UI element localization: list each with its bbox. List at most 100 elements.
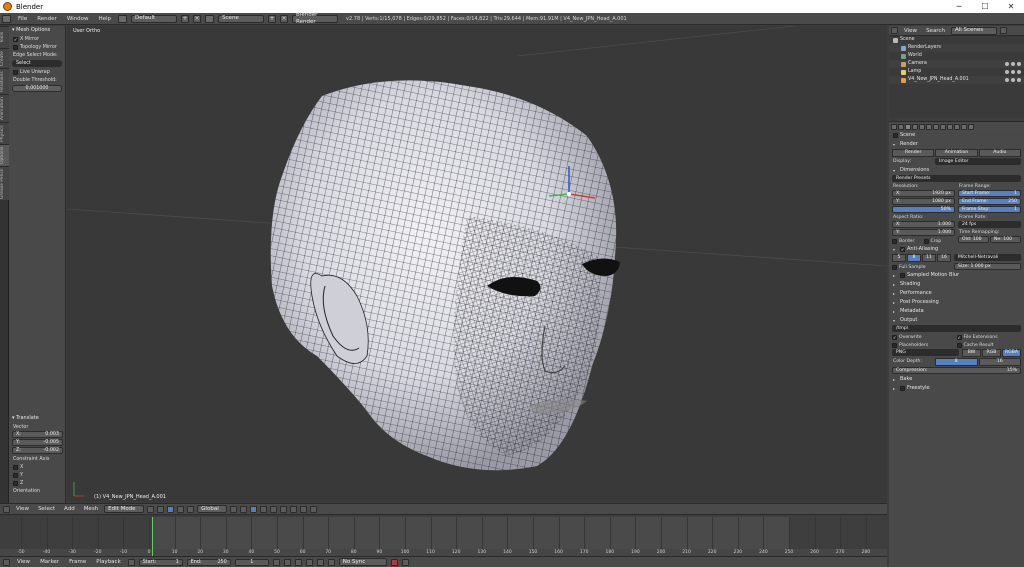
live-unwrap-checkbox[interactable]	[13, 69, 18, 75]
menu-window[interactable]: Window	[64, 16, 92, 22]
outliner-item[interactable]: Scene	[889, 36, 1024, 44]
constraint-x-checkbox[interactable]	[13, 464, 18, 470]
file-extensions-toggle[interactable]: ✓ File Extensions	[956, 334, 1022, 340]
file-format-dropdown[interactable]: PNG	[892, 349, 959, 356]
tab-grease-pencil[interactable]: Grease Pencil	[0, 166, 9, 200]
preview-range-icon[interactable]	[127, 558, 135, 566]
remove-scene-button[interactable]: ×	[280, 14, 289, 23]
physics-tab-icon[interactable]	[968, 123, 974, 130]
screen-layout-dropdown[interactable]: Default	[131, 14, 178, 23]
add-scene-button[interactable]: +	[268, 14, 277, 23]
translate-manipulator-icon[interactable]	[177, 505, 185, 513]
start-frame-prop-field[interactable]: Start Frame: 1	[958, 190, 1021, 197]
outliner-item[interactable]: Camera	[889, 60, 1024, 68]
anti-aliasing-panel-header[interactable]: ▾ ✓ Anti-Aliasing	[889, 245, 1024, 254]
pivot-icon[interactable]	[157, 505, 165, 513]
next-keyframe-icon[interactable]	[316, 558, 324, 566]
remove-layout-button[interactable]: ×	[193, 14, 202, 23]
outliner-search-icon[interactable]	[999, 27, 1007, 34]
border-checkbox[interactable]	[892, 238, 897, 244]
play-icon[interactable]	[305, 558, 313, 566]
outliner-menu-view[interactable]: View	[901, 28, 920, 34]
close-button[interactable]: ✕	[998, 0, 1024, 13]
object-tab-icon[interactable]	[919, 123, 925, 130]
mode-dropdown[interactable]: Edit Mode	[104, 505, 145, 513]
double-threshold-field[interactable]: 0.001000	[12, 85, 62, 92]
viewport-editor-icon[interactable]	[3, 505, 10, 513]
color-mode-bw[interactable]: BW	[962, 349, 981, 357]
dimensions-panel-header[interactable]: ▾ Dimensions	[889, 166, 1024, 175]
add-layout-button[interactable]: +	[181, 14, 190, 23]
crop-toggle[interactable]: Crop	[923, 238, 956, 244]
resolution-y-field[interactable]: Y: 1080 px	[892, 198, 955, 205]
texture-tab-icon[interactable]	[954, 123, 960, 130]
outliner[interactable]: Scene RenderLayers World Camera Lamp V4_New_J…	[889, 36, 1024, 118]
outliner-editor-icon[interactable]	[891, 27, 898, 34]
crop-checkbox[interactable]	[923, 238, 929, 244]
panel-enable-checkbox[interactable]	[900, 386, 905, 391]
tab-relations[interactable]: Relations	[0, 68, 9, 94]
modifiers-tab-icon[interactable]	[933, 123, 939, 130]
proportional-edit-icon[interactable]	[290, 505, 298, 513]
time-new-field[interactable]: Ne: 100	[990, 236, 1021, 243]
live-unwrap-row[interactable]: Live Unwrap	[9, 68, 65, 76]
topology-mirror-checkbox[interactable]	[13, 44, 18, 50]
outliner-filter-dropdown[interactable]: All Scenes	[950, 26, 997, 35]
collapsed-panel-header[interactable]: ▸ Metadata	[889, 307, 1024, 316]
display-dropdown[interactable]: Image Editor	[935, 158, 1021, 165]
keying-set-icon[interactable]	[401, 558, 409, 566]
vector-z-field[interactable]: Z: -0.002	[12, 447, 63, 454]
collapsed-panel-header[interactable]: ▸ Freestyle	[889, 384, 1024, 393]
aa-samples-8[interactable]: 8	[907, 254, 921, 262]
sync-dropdown[interactable]: No Sync	[338, 558, 387, 566]
border-toggle[interactable]: Border	[892, 238, 924, 244]
resolution-percentage-slider[interactable]: 50%	[892, 206, 955, 213]
aa-samples-16[interactable]: 16	[937, 254, 951, 262]
tl-menu-playback[interactable]: Playback	[93, 559, 124, 565]
snap-icon[interactable]	[300, 505, 308, 513]
outliner-item[interactable]: World	[889, 52, 1024, 60]
outliner-item[interactable]: RenderLayers	[889, 44, 1024, 52]
3d-viewport[interactable]: User Ortho (1) V4_New_JPN_Head_A.001	[67, 26, 887, 502]
collapsed-panel-header[interactable]: ▸ Sampled Motion Blur	[889, 271, 1024, 280]
constraint-y-row[interactable]: Y	[9, 471, 66, 479]
particles-tab-icon[interactable]	[961, 123, 967, 130]
frame-rate-dropdown[interactable]: 24 fps	[958, 221, 1021, 228]
material-tab-icon[interactable]	[947, 123, 953, 130]
vp-menu-mesh[interactable]: Mesh	[81, 506, 101, 512]
current-frame-cursor[interactable]	[151, 517, 153, 557]
translate-operator-header[interactable]: ▾ Translate	[9, 414, 66, 423]
visibility-icon[interactable]	[1005, 78, 1021, 82]
tab-animation[interactable]: Animation	[0, 94, 9, 122]
shading-icon[interactable]	[147, 505, 155, 513]
placeholders-toggle[interactable]: Placeholders	[892, 342, 957, 348]
tab-options[interactable]: Options	[0, 144, 9, 166]
edge-select-icon[interactable]	[260, 505, 268, 513]
vp-menu-select[interactable]: Select	[35, 506, 58, 512]
layer-icon-1[interactable]	[230, 505, 238, 513]
visibility-icon[interactable]	[1005, 62, 1021, 66]
maximize-button[interactable]: ☐	[972, 0, 998, 13]
tl-menu-marker[interactable]: Marker	[37, 559, 62, 565]
placeholders-checkbox[interactable]	[892, 342, 897, 348]
render-panel-header[interactable]: ▾ Render	[889, 140, 1024, 149]
frame-step-field[interactable]: Frame Step: 1	[958, 206, 1021, 213]
output-path-field[interactable]: /tmp\	[892, 325, 1021, 332]
vp-menu-add[interactable]: Add	[61, 506, 78, 512]
jump-start-icon[interactable]	[272, 558, 280, 566]
start-frame-field[interactable]: Start: 1	[138, 558, 183, 566]
resolution-x-field[interactable]: X: 1920 px	[892, 190, 955, 197]
jump-end-icon[interactable]	[327, 558, 335, 566]
minimize-button[interactable]: ─	[946, 0, 972, 13]
outliner-item[interactable]: V4_New_JPN_Head_A.001	[889, 76, 1024, 84]
manipulator-icon[interactable]	[167, 505, 175, 513]
tab-physics[interactable]: Physics	[0, 122, 9, 144]
constraint-x-row[interactable]: X	[9, 463, 66, 471]
record-icon[interactable]	[390, 558, 398, 566]
render-layers-tab-icon[interactable]	[898, 123, 904, 130]
mesh-options-header[interactable]: ▾ Mesh Options	[9, 26, 65, 35]
render-tab-icon[interactable]	[891, 123, 897, 130]
color-mode-rgb[interactable]: RGB	[982, 349, 1001, 357]
end-frame-prop-field[interactable]: End Frame: 250	[958, 198, 1021, 205]
limit-selection-icon[interactable]	[280, 505, 288, 513]
